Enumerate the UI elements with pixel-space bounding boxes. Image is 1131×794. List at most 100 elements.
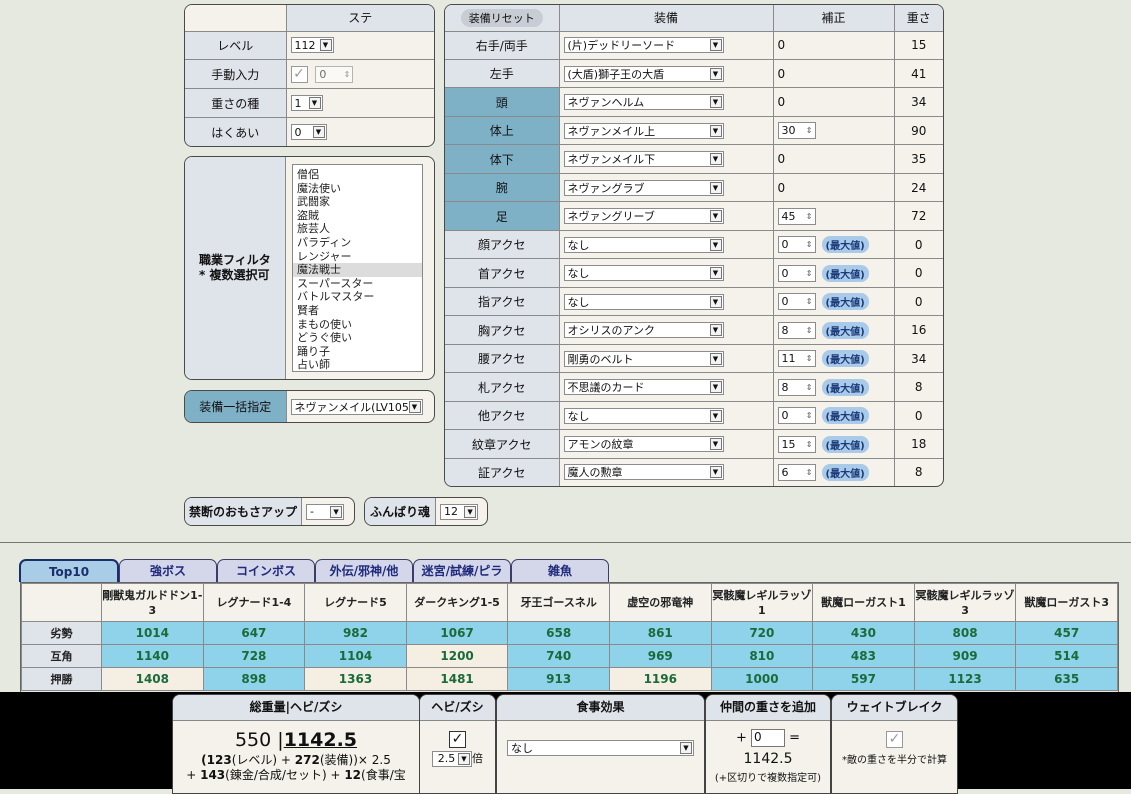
bonus-input[interactable]: 8 ⇕ <box>777 378 816 396</box>
monster-row-label: 押勝 <box>21 667 102 691</box>
ally-weight-result: 1142.5 <box>743 751 793 767</box>
ally-weight-input[interactable]: 0 <box>751 729 785 747</box>
bonus-input[interactable]: 11 ⇕ <box>777 350 816 368</box>
weight-seed-select[interactable]: 1 ▼ <box>290 95 323 112</box>
chevron-down-icon: ▼ <box>709 324 722 337</box>
tab-dungeon[interactable]: 迷宮/試練/ピラ <box>413 559 511 582</box>
equip-row: 体上 ネヴァンメイル上 ▼ 30 ⇕ 90 <box>445 115 943 146</box>
manual-level-input[interactable]: 0 ⇕ <box>315 65 354 83</box>
bonus-input[interactable]: 6 ⇕ <box>777 463 816 481</box>
equip-item-select[interactable]: ネヴァンメイル上 ▼ <box>563 122 724 139</box>
equip-item-select[interactable]: なし ▼ <box>563 293 724 310</box>
job-option[interactable]: 占い師 <box>293 358 422 371</box>
weight-break-note: *敵の重さを半分で計算 <box>842 755 947 766</box>
equip-item-select[interactable]: なし ▼ <box>563 407 724 424</box>
monster-column-header: ダークキング1-5 <box>405 583 509 622</box>
equip-row: 足ネヴァングリーブ ▼ 45 ⇕ 72 <box>445 201 943 231</box>
job-option[interactable]: 魔法使い <box>293 182 422 196</box>
equip-item-select[interactable]: アモンの紋章 ▼ <box>563 436 724 453</box>
weight-value: 72 <box>893 201 943 231</box>
funbari-select[interactable]: 12 ▼ <box>440 503 479 520</box>
tab-coin-boss[interactable]: コインボス <box>217 559 315 582</box>
monster-weight-cell: 810 <box>710 644 814 668</box>
bonus-input[interactable]: 8 ⇕ <box>777 321 816 339</box>
bonus-input[interactable]: 0 ⇕ <box>777 407 816 425</box>
equip-item-select[interactable]: なし ▼ <box>563 236 724 253</box>
weight-break-checkbox[interactable]: ✓ <box>886 731 903 748</box>
tab-trash-mobs[interactable]: 雑魚 <box>511 559 609 582</box>
bonus-input[interactable]: 45 ⇕ <box>777 207 816 225</box>
equip-item-select[interactable]: ネヴァングラブ ▼ <box>563 179 724 196</box>
tab-strong-boss[interactable]: 強ボス <box>119 559 217 582</box>
max-value-button[interactable]: (最大値) <box>821 350 869 368</box>
spinner-icon: ⇕ <box>805 382 813 392</box>
chevron-down-icon: ▼ <box>709 409 722 422</box>
hakuai-select[interactable]: 0 ▼ <box>290 124 327 141</box>
manual-input-checkbox[interactable]: ✓ <box>290 65 308 83</box>
forbidden-weight-label: 禁断のおもさアップ <box>185 498 303 525</box>
job-option[interactable]: 賢者 <box>293 304 422 318</box>
equip-reset-button[interactable]: 装備リセット <box>460 8 543 27</box>
job-option[interactable]: 踊り子 <box>293 345 422 359</box>
multiplier-select[interactable]: 2.5 ▼ <box>432 750 472 767</box>
equip-slot-label: 左手 <box>445 58 560 89</box>
equip-item-select[interactable]: 魔人の勲章 ▼ <box>563 464 724 481</box>
max-value-button[interactable]: (最大値) <box>821 407 869 425</box>
chevron-down-icon: ▼ <box>709 153 722 166</box>
monster-weight-cell: 1104 <box>304 644 407 668</box>
base-total-value: 550 | <box>234 729 284 751</box>
chevron-down-icon: ▼ <box>709 295 722 308</box>
equip-row: 他アクセ なし ▼ 0 ⇕ (最大値) 0 <box>445 400 943 431</box>
job-option[interactable]: スーパースター <box>293 277 422 291</box>
bonus-input[interactable]: 30 ⇕ <box>777 122 816 140</box>
job-option[interactable]: どうぐ使い <box>293 331 422 345</box>
equip-item-select[interactable]: ネヴァングリーブ ▼ <box>563 208 724 225</box>
bonus-input[interactable]: 0 ⇕ <box>777 264 816 282</box>
spinner-icon: ⇕ <box>805 126 813 136</box>
job-option[interactable]: 盗賊 <box>293 209 422 223</box>
equip-slot-label: 腕 <box>445 172 560 203</box>
bonus-value: 0 <box>777 66 786 81</box>
equip-item-select[interactable]: (片)デッドリーソード ▼ <box>563 37 724 54</box>
max-value-button[interactable]: (最大値) <box>821 264 869 282</box>
job-option[interactable]: まもの使い <box>293 318 422 332</box>
max-value-button[interactable]: (最大値) <box>821 236 869 254</box>
job-option[interactable]: パラディン <box>293 236 422 250</box>
job-option[interactable]: レンジャー <box>293 250 422 264</box>
equip-item-select[interactable]: ネヴァンヘルム ▼ <box>563 94 724 111</box>
food-select[interactable]: なし ▼ <box>507 740 694 756</box>
level-select[interactable]: 112 ▼ <box>290 37 334 54</box>
bulk-equip-select[interactable]: ネヴァンメイル(LV105) ▼ <box>290 398 423 415</box>
equip-item-select[interactable]: なし ▼ <box>563 265 724 282</box>
bonus-input[interactable]: 0 ⇕ <box>777 236 816 254</box>
weight-value: 8 <box>893 457 943 486</box>
job-option[interactable]: バトルマスター <box>293 290 422 304</box>
bonus-input[interactable]: 0 ⇕ <box>777 293 816 311</box>
weight-value: 18 <box>893 429 943 459</box>
monster-weight-cell: 457 <box>1015 621 1118 645</box>
equip-item-select[interactable]: 剛勇のベルト ▼ <box>563 350 724 367</box>
job-option[interactable]: 魔法戦士 <box>293 263 422 277</box>
job-list[interactable]: 僧侶 魔法使い 武闘家 盗賊 旅芸人 パラディン レンジャー 魔法戦士 スーパースター バトルマス… <box>292 164 423 372</box>
hebi-checkbox[interactable]: ✓ <box>449 731 466 748</box>
equip-item-select[interactable]: 不思議のカード ▼ <box>563 379 724 396</box>
bonus-input[interactable]: 15 ⇕ <box>777 435 816 453</box>
equip-item-select[interactable]: (大盾)獅子王の大盾 ▼ <box>563 65 724 82</box>
max-value-button[interactable]: (最大値) <box>821 293 869 311</box>
max-value-button[interactable]: (最大値) <box>821 378 869 396</box>
forbidden-weight-select[interactable]: - ▼ <box>306 503 345 520</box>
chevron-down-icon: ▼ <box>709 267 722 280</box>
max-value-button[interactable]: (最大値) <box>821 463 869 481</box>
equip-item-select[interactable]: ネヴァンメイル下 ▼ <box>563 151 724 168</box>
job-option[interactable]: 武闘家 <box>293 195 422 209</box>
job-option[interactable]: 僧侶 <box>293 168 422 182</box>
max-value-button[interactable]: (最大値) <box>821 435 869 453</box>
chevron-down-icon: ▼ <box>408 400 421 413</box>
job-option[interactable]: 旅芸人 <box>293 222 422 236</box>
spinner-icon: ⇕ <box>343 69 351 79</box>
tab-gaiden[interactable]: 外伝/邪神/他 <box>315 559 413 582</box>
equip-row: 指アクセ なし ▼ 0 ⇕ (最大値) 0 <box>445 286 943 317</box>
max-value-button[interactable]: (最大値) <box>821 321 869 339</box>
equip-item-select[interactable]: オシリスのアンク ▼ <box>563 322 724 339</box>
tab-top10[interactable]: Top10 <box>19 559 119 582</box>
